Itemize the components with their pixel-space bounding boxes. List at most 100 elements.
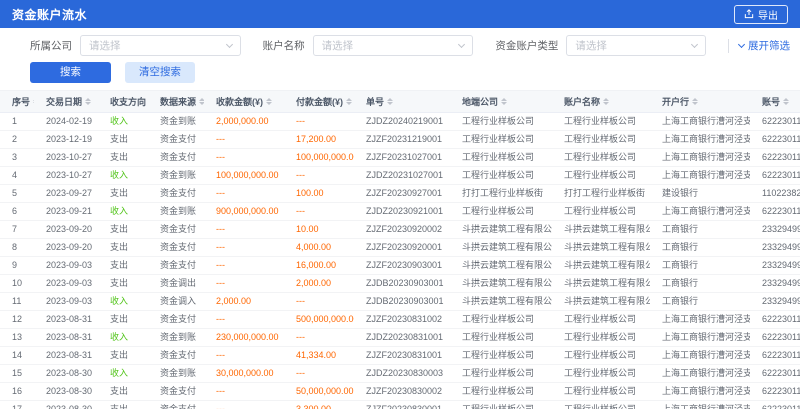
account-name-select[interactable]: 请选择: [313, 35, 474, 56]
table-row: 122023-08-31支出资金支付---500,000,000.00ZJZF2…: [0, 311, 800, 329]
cell-order_no: ZJZF20230831001: [354, 347, 450, 365]
column-header-order_no[interactable]: 单号: [354, 91, 450, 113]
sort-caret-icon[interactable]: [692, 98, 698, 106]
export-button[interactable]: 导出: [734, 5, 788, 24]
cell-source: 资金到账: [148, 203, 204, 221]
column-header-receipt[interactable]: 收款金额(¥): [204, 91, 284, 113]
column-header-bank[interactable]: 开户行: [650, 91, 750, 113]
cell-source: 资金支付: [148, 239, 204, 257]
cell-account_name: 斗拱云建筑工程有限公司: [552, 221, 650, 239]
cell-order_no: ZJZF20230920001: [354, 239, 450, 257]
search-button[interactable]: 搜索: [30, 62, 111, 83]
table-row: 172023-08-30支出资金支付---3,300.00ZJZF2023083…: [0, 401, 800, 409]
table-row: 132023-08-31收入资金到账230,000,000.00---ZJDZ2…: [0, 329, 800, 347]
sort-caret-icon[interactable]: [387, 98, 393, 106]
cell-account_no: 62223011...: [750, 383, 800, 401]
sort-caret-icon[interactable]: [783, 98, 789, 106]
sort-caret-icon[interactable]: [266, 98, 272, 106]
column-header-account_name[interactable]: 账户名称: [552, 91, 650, 113]
cell-receipt: ---: [204, 275, 284, 293]
column-header-label: 账户名称: [564, 97, 600, 107]
chevron-down-icon: [691, 41, 698, 48]
column-header-account_no[interactable]: 账号: [750, 91, 800, 113]
account-type-select[interactable]: 请选择: [566, 35, 706, 56]
cell-source: 资金支付: [148, 149, 204, 167]
cell-bank: 工商银行: [650, 293, 750, 311]
cell-account_name: 工程行业样板公司: [552, 383, 650, 401]
cell-company: 斗拱云建筑工程有限公司: [450, 221, 552, 239]
cell-date: 2023-09-20: [34, 221, 98, 239]
cell-payment: ---: [284, 329, 354, 347]
cell-account_no: 62223011...: [750, 149, 800, 167]
cell-receipt: ---: [204, 239, 284, 257]
column-header-label: 序号: [12, 97, 30, 107]
column-header-payment[interactable]: 付款金额(¥): [284, 91, 354, 113]
cell-account_no: 62223011...: [750, 203, 800, 221]
column-header-date[interactable]: 交易日期: [34, 91, 98, 113]
cell-payment: 3,300.00: [284, 401, 354, 409]
cell-company: 工程行业样板公司: [450, 113, 552, 131]
cell-source: 资金到账: [148, 167, 204, 185]
transactions-table: 序号 交易日期 收支方向 数据来源收款金额(¥)付款金额(¥)单号 地端公司 账户名称 开户…: [0, 90, 800, 409]
cell-payment: 10.00: [284, 221, 354, 239]
sort-caret-icon[interactable]: [199, 98, 204, 106]
cell-no: 2: [0, 131, 34, 149]
cell-receipt: 2,000.00: [204, 293, 284, 311]
cell-company: 工程行业样板公司: [450, 383, 552, 401]
cell-date: 2023-08-31: [34, 329, 98, 347]
cell-order_no: ZJZF20231219001: [354, 131, 450, 149]
cell-account_no: 23329499...: [750, 239, 800, 257]
cell-source: 资金支付: [148, 185, 204, 203]
column-header-label: 数据来源: [160, 97, 196, 107]
cell-receipt: ---: [204, 221, 284, 239]
cell-account_name: 工程行业样板公司: [552, 203, 650, 221]
cell-bank: 建设银行: [650, 185, 750, 203]
company-select[interactable]: 请选择: [80, 35, 241, 56]
sort-caret-icon[interactable]: [501, 98, 507, 106]
cell-account_name: 工程行业样板公司: [552, 113, 650, 131]
column-header-label: 交易日期: [46, 97, 82, 107]
sort-caret-icon[interactable]: [603, 98, 609, 106]
cell-direction: 支出: [98, 185, 148, 203]
cell-account_no: 23329499...: [750, 293, 800, 311]
cell-source: 资金支付: [148, 383, 204, 401]
cell-no: 10: [0, 275, 34, 293]
clear-search-button[interactable]: 清空搜索: [125, 62, 195, 83]
sort-caret-icon[interactable]: [33, 98, 34, 106]
cell-company: 工程行业样板公司: [450, 149, 552, 167]
cell-bank: 上海工商银行漕河泾支行: [650, 401, 750, 409]
column-header-company[interactable]: 地端公司: [450, 91, 552, 113]
cell-account_name: 工程行业样板公司: [552, 365, 650, 383]
cell-direction: 支出: [98, 311, 148, 329]
cell-direction: 支出: [98, 221, 148, 239]
cell-order_no: ZJZF20231027001: [354, 149, 450, 167]
cell-account_no: 62223011...: [750, 113, 800, 131]
cell-receipt: 30,000,000.00: [204, 365, 284, 383]
table-row: 152023-08-30收入资金到账30,000,000.00---ZJDZ20…: [0, 365, 800, 383]
sort-caret-icon[interactable]: [85, 98, 91, 106]
cell-direction: 支出: [98, 257, 148, 275]
topbar: 资金账户流水 导出: [0, 0, 800, 28]
column-header-no[interactable]: 序号: [0, 91, 34, 113]
cell-account_no: 62223011...: [750, 329, 800, 347]
cell-source: 资金到账: [148, 365, 204, 383]
filter-account-type-label: 资金账户类型: [495, 38, 558, 53]
sort-caret-icon[interactable]: [346, 98, 352, 106]
cell-account_name: 斗拱云建筑工程有限公司: [552, 239, 650, 257]
cell-date: 2023-09-20: [34, 239, 98, 257]
cell-order_no: ZJDZ20230831001: [354, 329, 450, 347]
cell-receipt: 2,000,000.00: [204, 113, 284, 131]
column-header-source[interactable]: 数据来源: [148, 91, 204, 113]
cell-account_name: 工程行业样板公司: [552, 167, 650, 185]
expand-filter-link[interactable]: 展开筛选: [739, 38, 790, 53]
cell-payment: 100,000,000.00: [284, 149, 354, 167]
cell-bank: 上海工商银行漕河泾支行: [650, 383, 750, 401]
cell-date: 2023-09-27: [34, 185, 98, 203]
cell-company: 工程行业样板公司: [450, 203, 552, 221]
cell-no: 14: [0, 347, 34, 365]
column-header-label: 地端公司: [462, 97, 498, 107]
column-header-direction[interactable]: 收支方向: [98, 91, 148, 113]
table-row: 32023-10-27支出资金支付---100,000,000.00ZJZF20…: [0, 149, 800, 167]
cell-payment: 17,200.00: [284, 131, 354, 149]
cell-no: 7: [0, 221, 34, 239]
